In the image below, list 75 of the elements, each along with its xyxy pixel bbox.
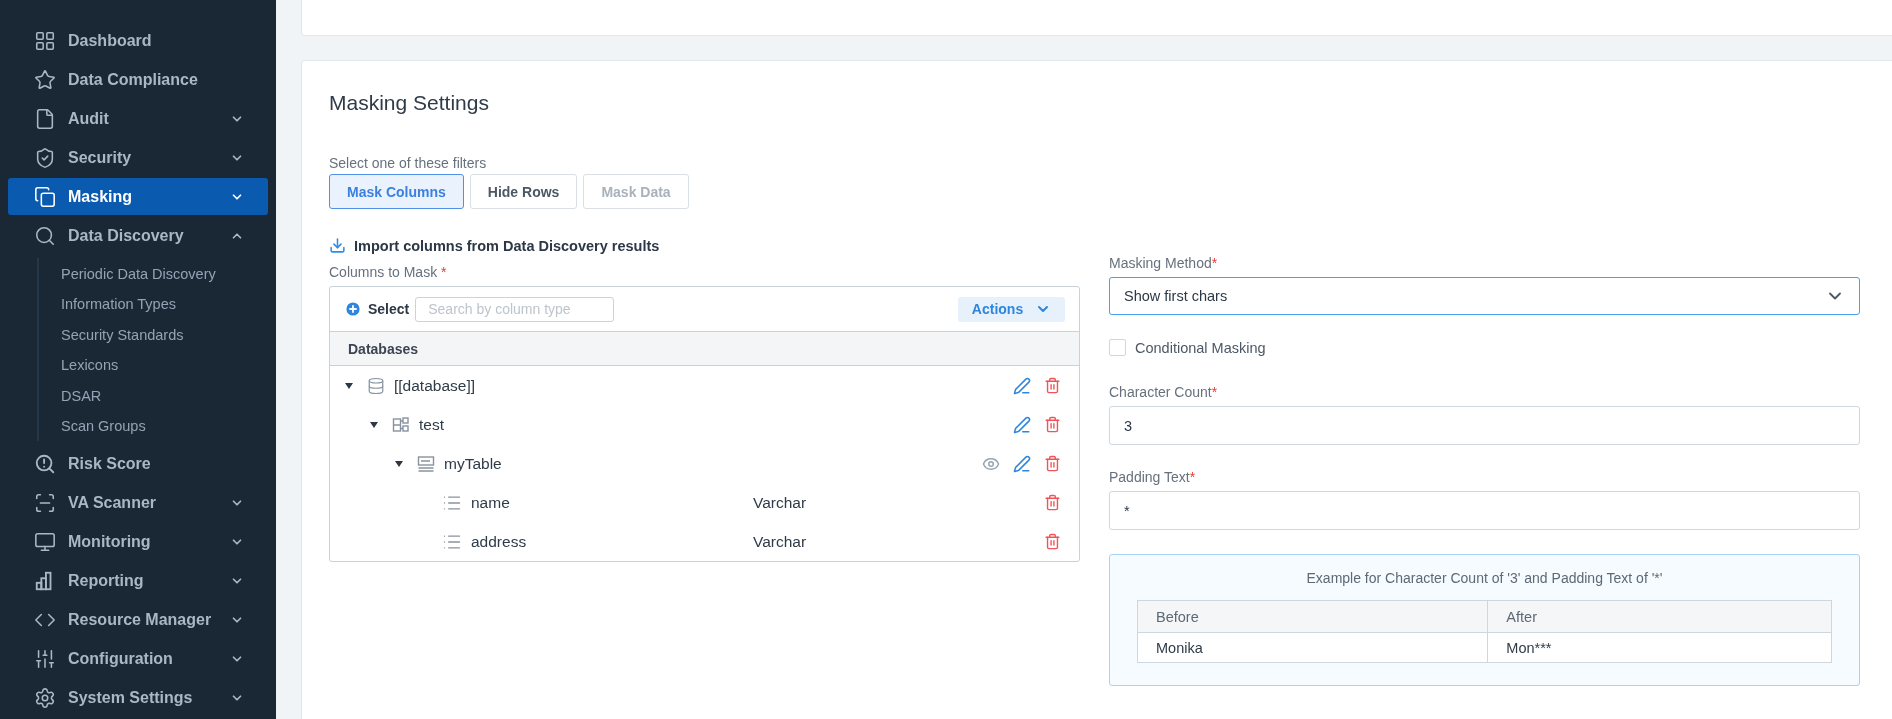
field-label: Masking Method* xyxy=(1109,255,1219,271)
node-label: name xyxy=(471,493,510,512)
nav-subitem[interactable]: Scan Groups xyxy=(61,410,268,442)
star-icon xyxy=(34,68,56,91)
node-label: [[database]] xyxy=(394,376,475,395)
grid-icon xyxy=(34,29,56,52)
trash-icon[interactable] xyxy=(1044,533,1061,550)
node-label: myTable xyxy=(444,454,502,473)
import-link[interactable]: Import columns from Data Discovery results xyxy=(329,237,660,254)
nav-item[interactable]: Data Compliance xyxy=(8,61,268,99)
search-alert-icon xyxy=(34,453,56,475)
plus-circle-icon xyxy=(344,300,362,318)
nav-subitem[interactable]: Periodic Data Discovery xyxy=(61,258,268,289)
field-label: Columns to Mask * xyxy=(329,264,448,280)
field-label: Character Count* xyxy=(1109,384,1219,400)
scan-icon xyxy=(34,492,56,515)
nav-item[interactable]: Monitoring xyxy=(8,523,268,561)
nav-item[interactable]: Reporting xyxy=(8,562,268,600)
trash-icon[interactable] xyxy=(1044,416,1061,433)
card-title: Masking Settings xyxy=(329,91,490,115)
monitor-icon xyxy=(34,531,56,554)
trash-icon[interactable] xyxy=(1044,494,1061,511)
node-label: test xyxy=(419,415,444,434)
nav-item[interactable]: Resource Manager xyxy=(8,601,268,639)
tree-row[interactable]: test xyxy=(330,405,1079,444)
nav-item[interactable]: Data Discovery xyxy=(8,217,268,255)
table-icon xyxy=(417,454,435,473)
file-icon xyxy=(34,107,56,130)
nav-subitem[interactable]: Security Standards xyxy=(61,319,268,350)
table-cell: Mon*** xyxy=(1487,632,1832,663)
tree-row[interactable]: myTable xyxy=(330,444,1079,483)
settings-icon xyxy=(34,687,56,710)
search-field[interactable]: Search by column type xyxy=(415,296,615,322)
filters-label: Select one of these filters xyxy=(329,155,488,171)
copy-icon xyxy=(34,185,56,208)
nav-subitem[interactable]: DSAR xyxy=(61,380,268,411)
nav-subitem[interactable]: Information Types xyxy=(61,288,268,320)
schema-icon xyxy=(392,415,410,434)
nav-item[interactable]: Security xyxy=(8,139,268,177)
nav-item[interactable]: Configuration xyxy=(8,640,268,678)
edit-icon[interactable] xyxy=(1013,454,1031,473)
column-header: Before xyxy=(1137,600,1488,633)
filter-button[interactable]: Hide Rows xyxy=(469,174,578,209)
trash-icon[interactable] xyxy=(1044,455,1061,472)
tree-row[interactable]: address Varchar xyxy=(330,522,1079,561)
nav-item[interactable]: Dashboard xyxy=(8,22,268,60)
tree-header: Databases xyxy=(330,332,1079,366)
nav-item[interactable]: Risk Score xyxy=(8,445,268,483)
sliders-icon xyxy=(34,648,56,671)
padding-text-field[interactable]: * xyxy=(1109,491,1860,530)
character-count-field[interactable]: 3 xyxy=(1109,406,1860,445)
conditional-masking-checkbox[interactable]: Conditional Masking xyxy=(1109,339,1860,356)
nav-item[interactable]: Masking xyxy=(8,178,268,216)
select-button[interactable]: Select xyxy=(344,300,410,318)
column-type: Varchar xyxy=(753,493,807,512)
field-label: Padding Text* xyxy=(1109,469,1197,485)
node-label: address xyxy=(471,532,527,551)
database-icon xyxy=(367,376,385,395)
table-cell: Monika xyxy=(1137,632,1488,663)
edit-icon[interactable] xyxy=(1013,376,1031,395)
nav-item[interactable]: Audit xyxy=(8,100,268,138)
download-icon xyxy=(329,237,346,254)
trash-icon[interactable] xyxy=(1044,377,1061,394)
edit-icon[interactable] xyxy=(1013,415,1031,434)
nav-item[interactable]: System Settings xyxy=(8,679,268,717)
nav-subitem[interactable]: Lexicons xyxy=(61,349,268,381)
column-header: After xyxy=(1487,600,1832,633)
tree-row[interactable]: [[database]] xyxy=(330,366,1079,405)
tree-row[interactable]: name Varchar xyxy=(330,483,1079,522)
column-type: Varchar xyxy=(753,532,807,551)
masking-method-select[interactable]: Show first chars xyxy=(1109,277,1860,315)
example-caption: Example for Character Count of '3' and Padding Text of '*' xyxy=(1305,570,1664,586)
shield-check-icon xyxy=(34,146,56,169)
nav-item[interactable]: VA Scanner xyxy=(8,484,268,522)
search-icon xyxy=(34,224,56,247)
